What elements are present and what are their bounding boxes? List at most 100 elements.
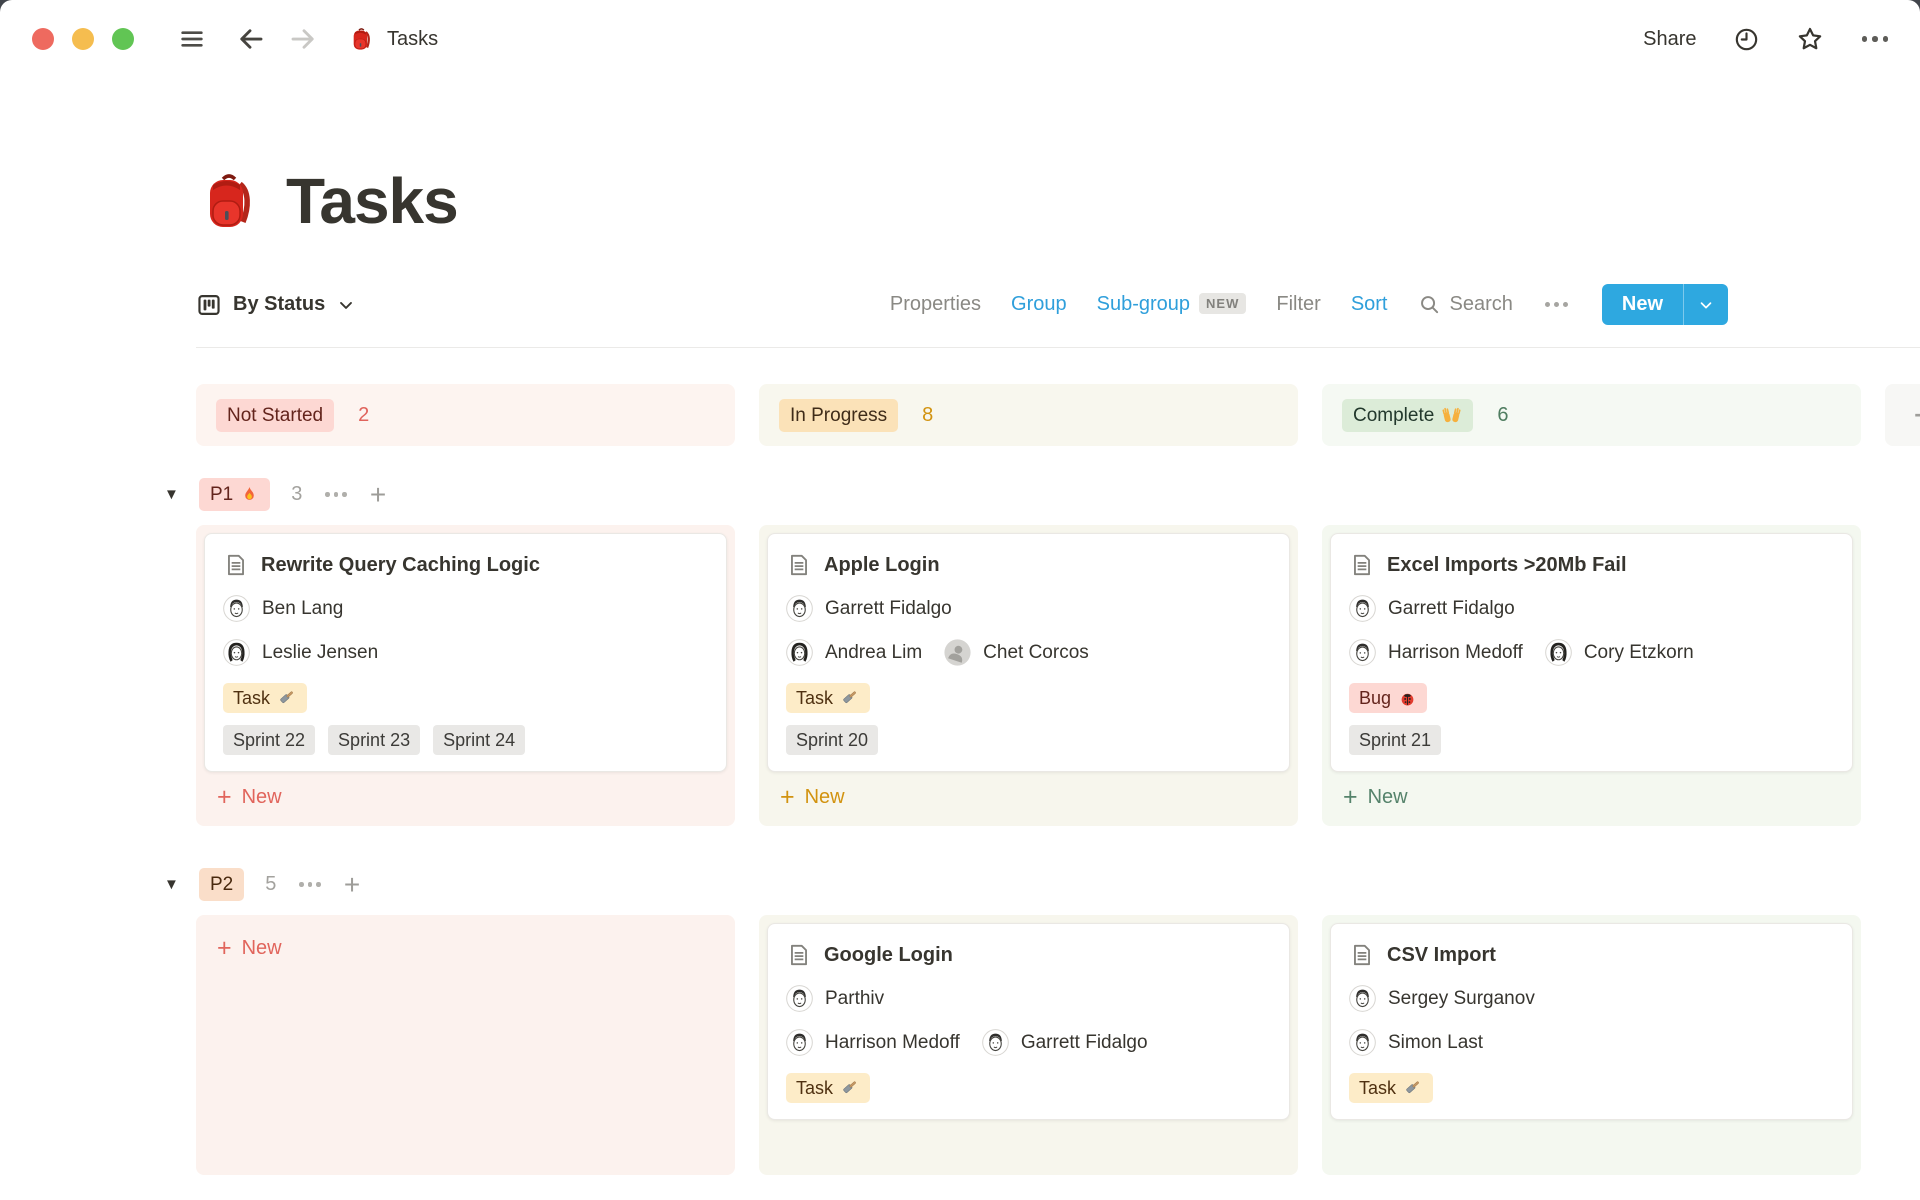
sprint-tag: Sprint 21 [1349, 725, 1441, 755]
board-view-icon [196, 292, 222, 318]
breadcrumb-title: Tasks [387, 28, 438, 51]
assignee: Chet Corcos [944, 639, 1089, 666]
column-header-complete: Complete 6 [1322, 384, 1861, 446]
updates-clock-icon[interactable] [1733, 26, 1760, 53]
chevron-down-icon [336, 295, 356, 315]
card-title: Google Login [824, 944, 953, 967]
breadcrumb[interactable]: Tasks [348, 26, 438, 52]
group-header-p2: ▼ P2 5 + [196, 868, 1920, 901]
hammer-icon [840, 688, 860, 708]
tag-task: Task [223, 683, 307, 713]
avatar [982, 1029, 1009, 1056]
add-card-button[interactable]: + New [204, 772, 727, 822]
tag-task: Task [1349, 1073, 1433, 1103]
board-view: Not Started 2 In Progress 8 Complete 6 +… [196, 384, 1920, 1175]
collapse-triangle-icon[interactable]: ▼ [164, 876, 184, 893]
forward-arrow-icon[interactable] [288, 24, 318, 54]
plus-icon: + [217, 938, 232, 958]
share-button[interactable]: Share [1643, 28, 1696, 51]
avatar [1349, 1029, 1376, 1056]
assignee: Harrison Medoff [786, 1029, 960, 1056]
minimize-window-button[interactable] [72, 28, 94, 50]
sort-button[interactable]: Sort [1351, 293, 1388, 316]
back-arrow-icon[interactable] [236, 24, 266, 54]
new-button[interactable]: New [1602, 284, 1728, 325]
assignee: Andrea Lim [786, 639, 922, 666]
card-title: Rewrite Query Caching Logic [261, 554, 540, 577]
window-titlebar: Tasks Share [0, 0, 1920, 78]
add-column-button[interactable]: + [1885, 384, 1920, 446]
add-card-button[interactable]: + New [204, 923, 727, 973]
task-card[interactable]: Google Login Parthiv Harrison Medoff [767, 923, 1290, 1120]
zoom-window-button[interactable] [112, 28, 134, 50]
assignee: Garrett Fidalgo [982, 1029, 1148, 1056]
assignee: Parthiv [786, 985, 884, 1012]
task-card[interactable]: CSV Import Sergey Surganov Simon Last [1330, 923, 1853, 1120]
task-card[interactable]: Excel Imports >20Mb Fail Garrett Fidalgo… [1330, 533, 1853, 772]
card-title: CSV Import [1387, 944, 1496, 967]
page-title: Tasks [286, 164, 458, 238]
status-badge[interactable]: Not Started [216, 399, 334, 432]
cell-p2-not-started: + New [196, 915, 735, 1175]
assignee: Garrett Fidalgo [786, 595, 952, 622]
add-card-button[interactable]: + New [767, 772, 1290, 822]
view-more-options-icon[interactable] [1545, 302, 1568, 307]
column-header-in-progress: In Progress 8 [759, 384, 1298, 446]
cell-p1-complete: Excel Imports >20Mb Fail Garrett Fidalgo… [1322, 525, 1861, 826]
page-doc-icon [1349, 942, 1375, 968]
fire-icon [240, 485, 259, 504]
page-doc-icon [786, 552, 812, 578]
chevron-down-icon [1697, 296, 1715, 314]
assignee: Cory Etzkorn [1545, 639, 1694, 666]
collapse-triangle-icon[interactable]: ▼ [164, 486, 184, 503]
group-add-icon[interactable]: + [344, 875, 360, 895]
task-card[interactable]: Apple Login Garrett Fidalgo Andrea Lim [767, 533, 1290, 772]
search-icon [1418, 293, 1441, 316]
close-window-button[interactable] [32, 28, 54, 50]
favorite-star-icon[interactable] [1796, 25, 1824, 53]
cell-p1-in-progress: Apple Login Garrett Fidalgo Andrea Lim [759, 525, 1298, 826]
plus-icon: + [1343, 787, 1358, 807]
group-more-icon[interactable] [325, 492, 347, 497]
view-switcher[interactable]: By Status [196, 292, 356, 318]
toolbar-divider [196, 347, 1920, 348]
hammer-icon [277, 688, 297, 708]
raised-hands-icon [1441, 405, 1462, 426]
group-count: 3 [291, 483, 302, 506]
tag-task: Task [786, 1073, 870, 1103]
properties-button[interactable]: Properties [890, 293, 981, 316]
ladybug-icon [1398, 689, 1417, 708]
task-card[interactable]: Rewrite Query Caching Logic Ben Lang Les… [204, 533, 727, 772]
avatar [786, 639, 813, 666]
avatar [1349, 595, 1376, 622]
page-backpack-icon[interactable] [196, 169, 260, 233]
avatar [944, 639, 971, 666]
view-name: By Status [233, 293, 325, 316]
add-card-button[interactable]: + New [1330, 772, 1853, 822]
group-button[interactable]: Group [1011, 293, 1067, 316]
assignee: Leslie Jensen [223, 639, 378, 666]
group-badge[interactable]: P1 [199, 478, 270, 511]
avatar [1349, 985, 1376, 1012]
group-count: 5 [265, 873, 276, 896]
assignee: Sergey Surganov [1349, 985, 1535, 1012]
hammer-icon [840, 1078, 860, 1098]
tag-task: Task [786, 683, 870, 713]
new-button-label[interactable]: New [1602, 284, 1683, 325]
more-options-icon[interactable] [1862, 36, 1889, 42]
new-button-dropdown[interactable] [1683, 284, 1728, 325]
group-add-icon[interactable]: + [370, 485, 386, 505]
avatar [786, 595, 813, 622]
search-button[interactable]: Search [1418, 293, 1513, 316]
group-badge[interactable]: P2 [199, 868, 244, 901]
assignee: Simon Last [1349, 1029, 1483, 1056]
group-more-icon[interactable] [299, 882, 321, 887]
view-controls-bar: By Status Properties Group Sub-groupNEW … [196, 284, 1728, 325]
backpack-page-icon [348, 26, 374, 52]
sidebar-menu-icon[interactable] [178, 25, 206, 53]
status-badge[interactable]: In Progress [779, 399, 898, 432]
subgroup-button[interactable]: Sub-groupNEW [1097, 293, 1247, 316]
status-badge[interactable]: Complete [1342, 399, 1473, 432]
hammer-icon [1403, 1078, 1423, 1098]
filter-button[interactable]: Filter [1276, 293, 1320, 316]
